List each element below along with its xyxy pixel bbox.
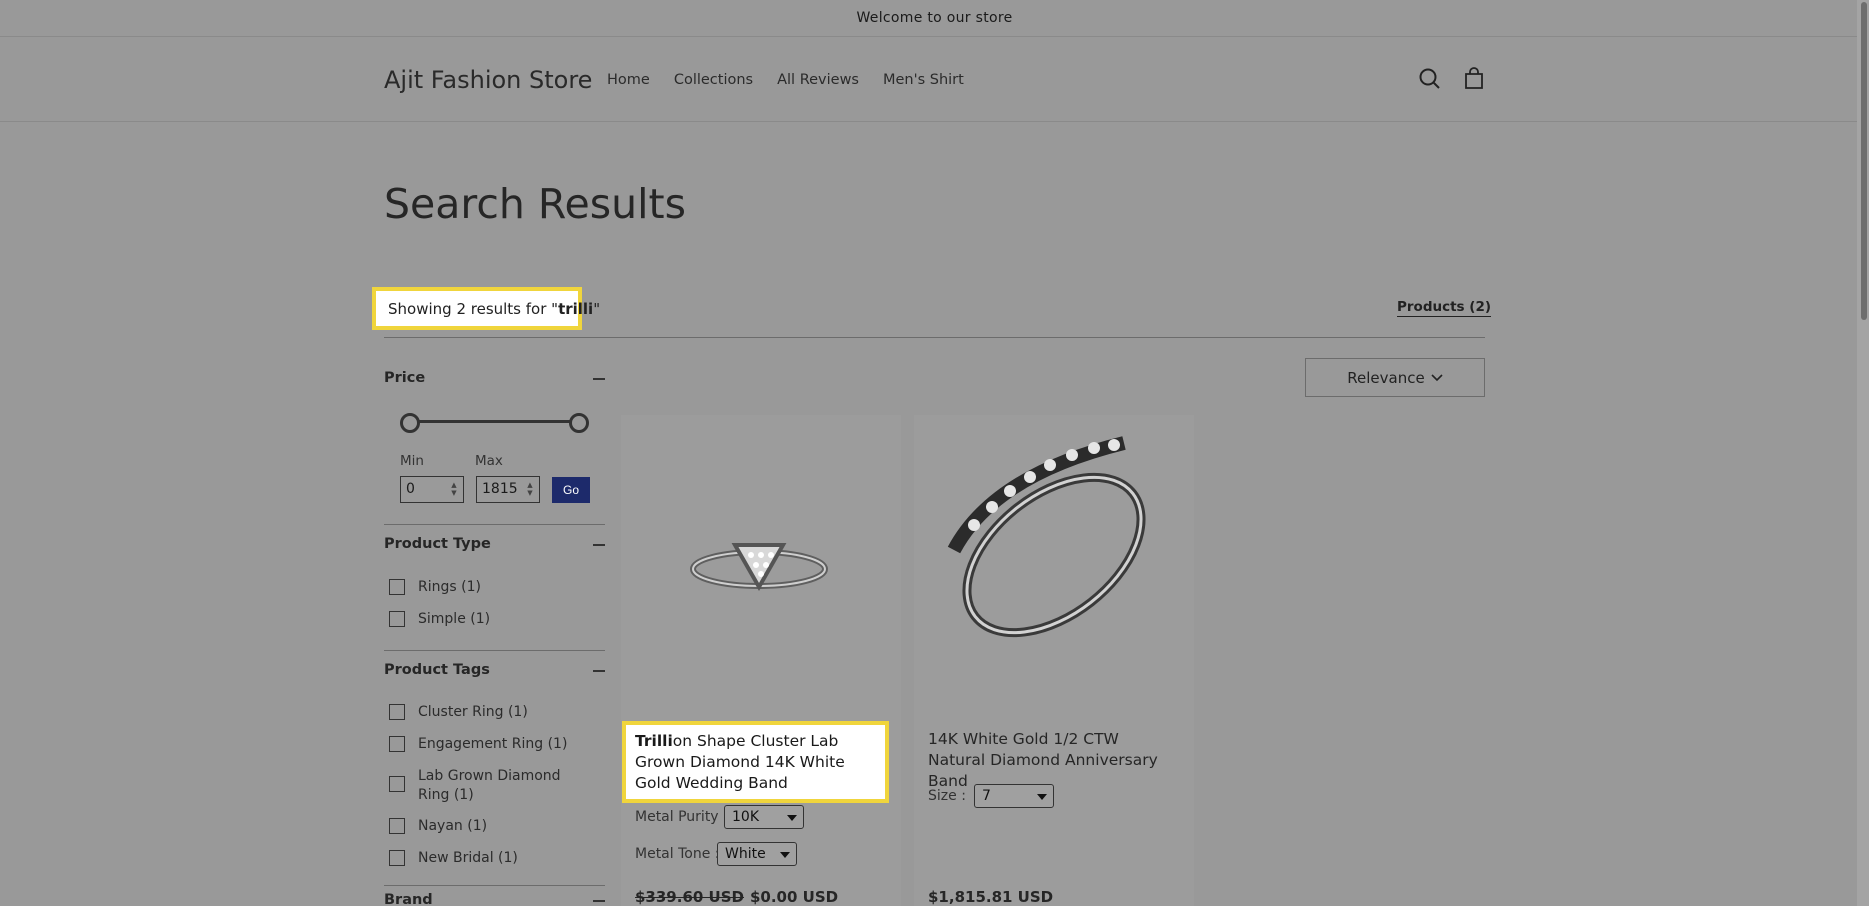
option-label: Cluster Ring (1) (418, 704, 528, 720)
results-suffix: " (593, 300, 601, 318)
page-title: Search Results (384, 180, 686, 228)
store-logo[interactable]: Ajit Fashion Store (384, 66, 592, 94)
metal-tone-select[interactable]: White (717, 842, 797, 866)
regular-price: $1,815.81 USD (928, 888, 1054, 906)
collapse-icon (593, 670, 605, 672)
filter-product-type-header[interactable]: Product Type (384, 536, 605, 552)
checkbox[interactable] (389, 736, 405, 752)
dropdown-caret-icon (1037, 794, 1047, 800)
size-select[interactable]: 7 (974, 784, 1054, 808)
nav-home[interactable]: Home (607, 72, 650, 88)
price-min-input[interactable]: 0 ▲ ▼ (400, 476, 464, 503)
main-nav: Home Collections All Reviews Men's Shirt (607, 72, 964, 88)
option-label: Simple (1) (418, 611, 491, 627)
announcement-text: Welcome to our store (856, 10, 1013, 26)
filter-product-tags-title: Product Tags (384, 662, 490, 678)
price-max-label: Max (475, 453, 503, 469)
sort-selected: Relevance (1347, 368, 1425, 387)
metal-purity-select[interactable]: 10K (724, 805, 804, 829)
checkbox[interactable] (389, 704, 405, 720)
filter-option-engagement-ring[interactable]: Engagement Ring (1) (389, 735, 589, 754)
filter-option-new-bridal[interactable]: New Bridal (1) (389, 849, 589, 868)
nav-mens-shirt[interactable]: Men's Shirt (883, 72, 964, 88)
sort-dropdown[interactable]: Relevance (1305, 358, 1485, 397)
price-slider-min-handle[interactable] (400, 413, 420, 433)
dropdown-caret-icon (787, 815, 797, 821)
price-go-button[interactable]: Go (552, 477, 590, 503)
title-match-highlight: Trilli (635, 732, 673, 750)
price-slider-track[interactable] (410, 420, 580, 423)
product-image[interactable] (914, 415, 1194, 685)
collapse-icon (593, 378, 605, 380)
checkbox[interactable] (389, 611, 405, 627)
filter-brand-title: Brand (384, 892, 433, 906)
results-divider (384, 337, 1485, 338)
option-label: New Bridal (1) (418, 850, 518, 866)
announcement-bar: Welcome to our store (0, 0, 1869, 37)
price-slider-max-handle[interactable] (569, 413, 589, 433)
filter-price-header[interactable]: Price (384, 370, 605, 386)
checkbox[interactable] (389, 579, 405, 595)
collapse-icon (593, 544, 605, 546)
option-label: Lab Grown Diamond Ring (1) (418, 768, 561, 803)
size-value: 7 (982, 788, 991, 804)
checkbox[interactable] (389, 818, 405, 834)
filter-product-type-title: Product Type (384, 536, 491, 552)
price-max-value: 1815 (482, 481, 518, 497)
product-card[interactable] (621, 415, 901, 906)
checkbox[interactable] (389, 776, 405, 792)
tab-products[interactable]: Products (2) (1397, 299, 1492, 317)
filter-option-rings[interactable]: Rings (1) (389, 578, 589, 597)
product-image[interactable] (621, 415, 901, 655)
product-price-1: $339.60 USD $0.00 USD (635, 888, 838, 906)
option-label-metal-tone: Metal Tone : (635, 846, 720, 862)
page-scrollbar[interactable] (1857, 0, 1869, 906)
price-min-value: 0 (406, 481, 415, 497)
filter-option-cluster-ring[interactable]: Cluster Ring (1) (389, 703, 589, 722)
option-label: Nayan (1) (418, 818, 488, 834)
filter-option-nayan[interactable]: Nayan (1) (389, 817, 589, 836)
filter-option-simple[interactable]: Simple (1) (389, 610, 589, 629)
results-query: trilli (558, 300, 594, 318)
filter-divider (384, 524, 605, 525)
option-label: Engagement Ring (1) (418, 736, 568, 752)
collapse-icon (593, 900, 605, 902)
product-price-2: $1,815.81 USD (928, 888, 1053, 906)
results-count: Showing 2 results for "trilli" (372, 287, 600, 330)
price-min-label: Min (400, 453, 424, 469)
filter-brand-header[interactable]: Brand (384, 892, 605, 906)
filter-divider (384, 885, 605, 886)
filter-product-tags-header[interactable]: Product Tags (384, 662, 605, 678)
nav-collections[interactable]: Collections (674, 72, 753, 88)
scrollbar-thumb[interactable] (1861, 2, 1867, 320)
product-card[interactable] (914, 415, 1194, 906)
compare-at-price: $339.60 USD (635, 888, 744, 906)
search-icon[interactable] (1417, 66, 1443, 92)
option-label-metal-purity: Metal Purity : (635, 809, 728, 825)
sale-price: $0.00 USD (749, 888, 839, 906)
product-title-2[interactable]: 14K White Gold 1/2 CTW Natural Diamond A… (928, 729, 1168, 792)
metal-tone-value: White (725, 846, 766, 862)
chevron-down-icon (1431, 373, 1443, 381)
dropdown-caret-icon (780, 852, 790, 858)
results-prefix: Showing 2 results for " (388, 300, 559, 318)
nav-all-reviews[interactable]: All Reviews (777, 72, 859, 88)
option-label-size: Size : (928, 788, 966, 804)
product-title-1[interactable]: Trillion Shape Cluster Lab Grown Diamond… (622, 721, 889, 803)
checkbox[interactable] (389, 850, 405, 866)
price-max-input[interactable]: 1815 ▲ ▼ (476, 476, 540, 503)
filter-divider (384, 650, 605, 651)
stepper-icon[interactable]: ▲ ▼ (449, 481, 459, 497)
option-label: Rings (1) (418, 579, 481, 595)
filter-option-lab-grown-diamond-ring[interactable]: Lab Grown Diamond Ring (1) (389, 767, 589, 805)
cart-icon[interactable] (1461, 66, 1487, 92)
filter-price-title: Price (384, 370, 426, 386)
site-header: Ajit Fashion Store Home Collections All … (0, 38, 1869, 122)
metal-purity-value: 10K (732, 809, 759, 825)
stepper-icon[interactable]: ▲ ▼ (525, 481, 535, 497)
